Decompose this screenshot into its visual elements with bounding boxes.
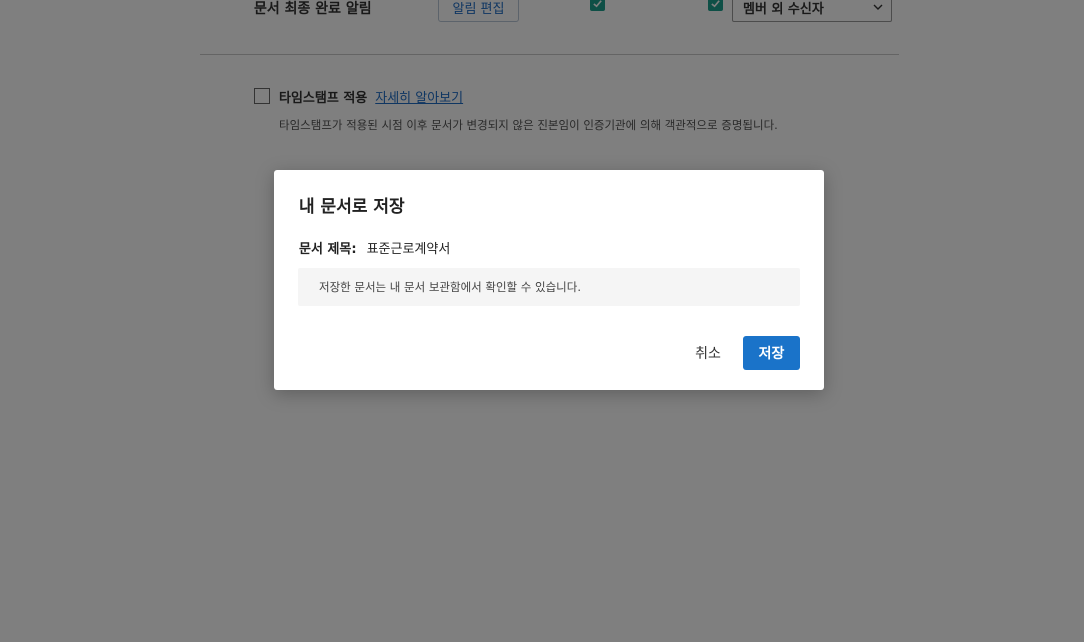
document-title-key: 문서 제목: bbox=[299, 242, 357, 257]
save-to-my-documents-dialog: 내 문서로 저장 문서 제목: 표준근로계약서 저장한 문서는 내 문서 보관함… bbox=[274, 170, 824, 390]
info-message-box: 저장한 문서는 내 문서 보관함에서 확인할 수 있습니다. bbox=[298, 268, 800, 306]
cancel-button[interactable]: 취소 bbox=[682, 336, 734, 370]
document-title-value: 표준근로계약서 bbox=[366, 242, 451, 257]
dialog-title: 내 문서로 저장 bbox=[299, 197, 405, 217]
info-message-text: 저장한 문서는 내 문서 보관함에서 확인할 수 있습니다. bbox=[319, 280, 582, 294]
document-title-row: 문서 제목: 표준근로계약서 bbox=[299, 238, 450, 257]
page: 문서 최종 완료 알림 알림 편집 멤버 외 수신자 타임스탬프 적용 자세히 … bbox=[0, 0, 1084, 642]
save-button[interactable]: 저장 bbox=[743, 336, 800, 370]
